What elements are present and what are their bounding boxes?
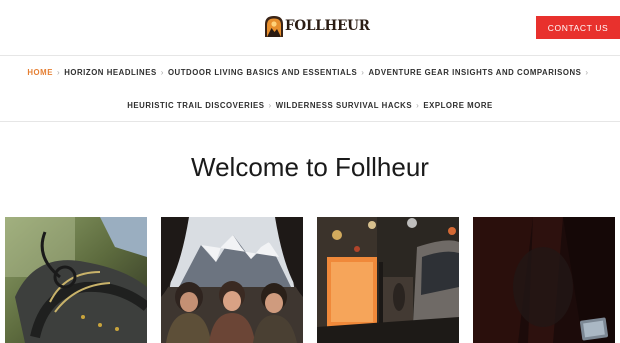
article-card-mountain-campers[interactable] [161, 217, 303, 343]
nav-item-adventure-gear[interactable]: ADVENTURE GEAR INSIGHTS AND COMPARISONS [368, 68, 581, 77]
article-card-dark-tent[interactable] [473, 217, 615, 343]
page-title: Welcome to Follheur [191, 152, 429, 182]
logo-text: FOLLHEUR [285, 18, 370, 34]
nav-item-home[interactable]: HOME [27, 68, 53, 77]
nav-separator-icon: › [56, 67, 61, 77]
article-card-city-night[interactable] [317, 217, 459, 343]
city-night-street-photo-icon [317, 217, 459, 343]
nav-item-outdoor-living[interactable]: OUTDOOR LIVING BASICS AND ESSENTIALS [168, 68, 357, 77]
nav-separator-icon: › [585, 67, 589, 77]
nav-item-explore-more[interactable]: EXPLORE MORE [423, 101, 492, 110]
nav-item-survival-hacks[interactable]: WILDERNESS SURVIVAL HACKS [276, 101, 412, 110]
article-card-hiking-boot[interactable] [5, 217, 147, 343]
nav-separator-icon: › [416, 100, 420, 110]
nav-row-1: HOME › HORIZON HEADLINES › OUTDOOR LIVIN… [0, 66, 620, 78]
nav-divider [0, 121, 620, 122]
nav-separator-icon: › [361, 67, 365, 77]
hiking-boot-photo-icon [5, 217, 147, 343]
site-header: FOLLHEUR CONTACT US [0, 0, 620, 55]
nav-separator-icon: › [268, 100, 272, 110]
nav-item-trail-discoveries[interactable]: HEURISTIC TRAIL DISCOVERIES [127, 101, 264, 110]
nav-separator-icon: › [160, 67, 164, 77]
nav-row-2: HEURISTIC TRAIL DISCOVERIES › WILDERNESS… [0, 99, 620, 111]
header-divider [0, 55, 620, 56]
contact-us-button[interactable]: CONTACT US [536, 16, 620, 39]
nav-item-horizon-headlines[interactable]: HORIZON HEADLINES [64, 68, 157, 77]
dark-tent-interior-photo-icon [473, 217, 615, 343]
mountain-campers-photo-icon [161, 217, 303, 343]
logo-emblem-icon [265, 16, 283, 37]
site-logo[interactable]: FOLLHEUR [264, 15, 370, 37]
